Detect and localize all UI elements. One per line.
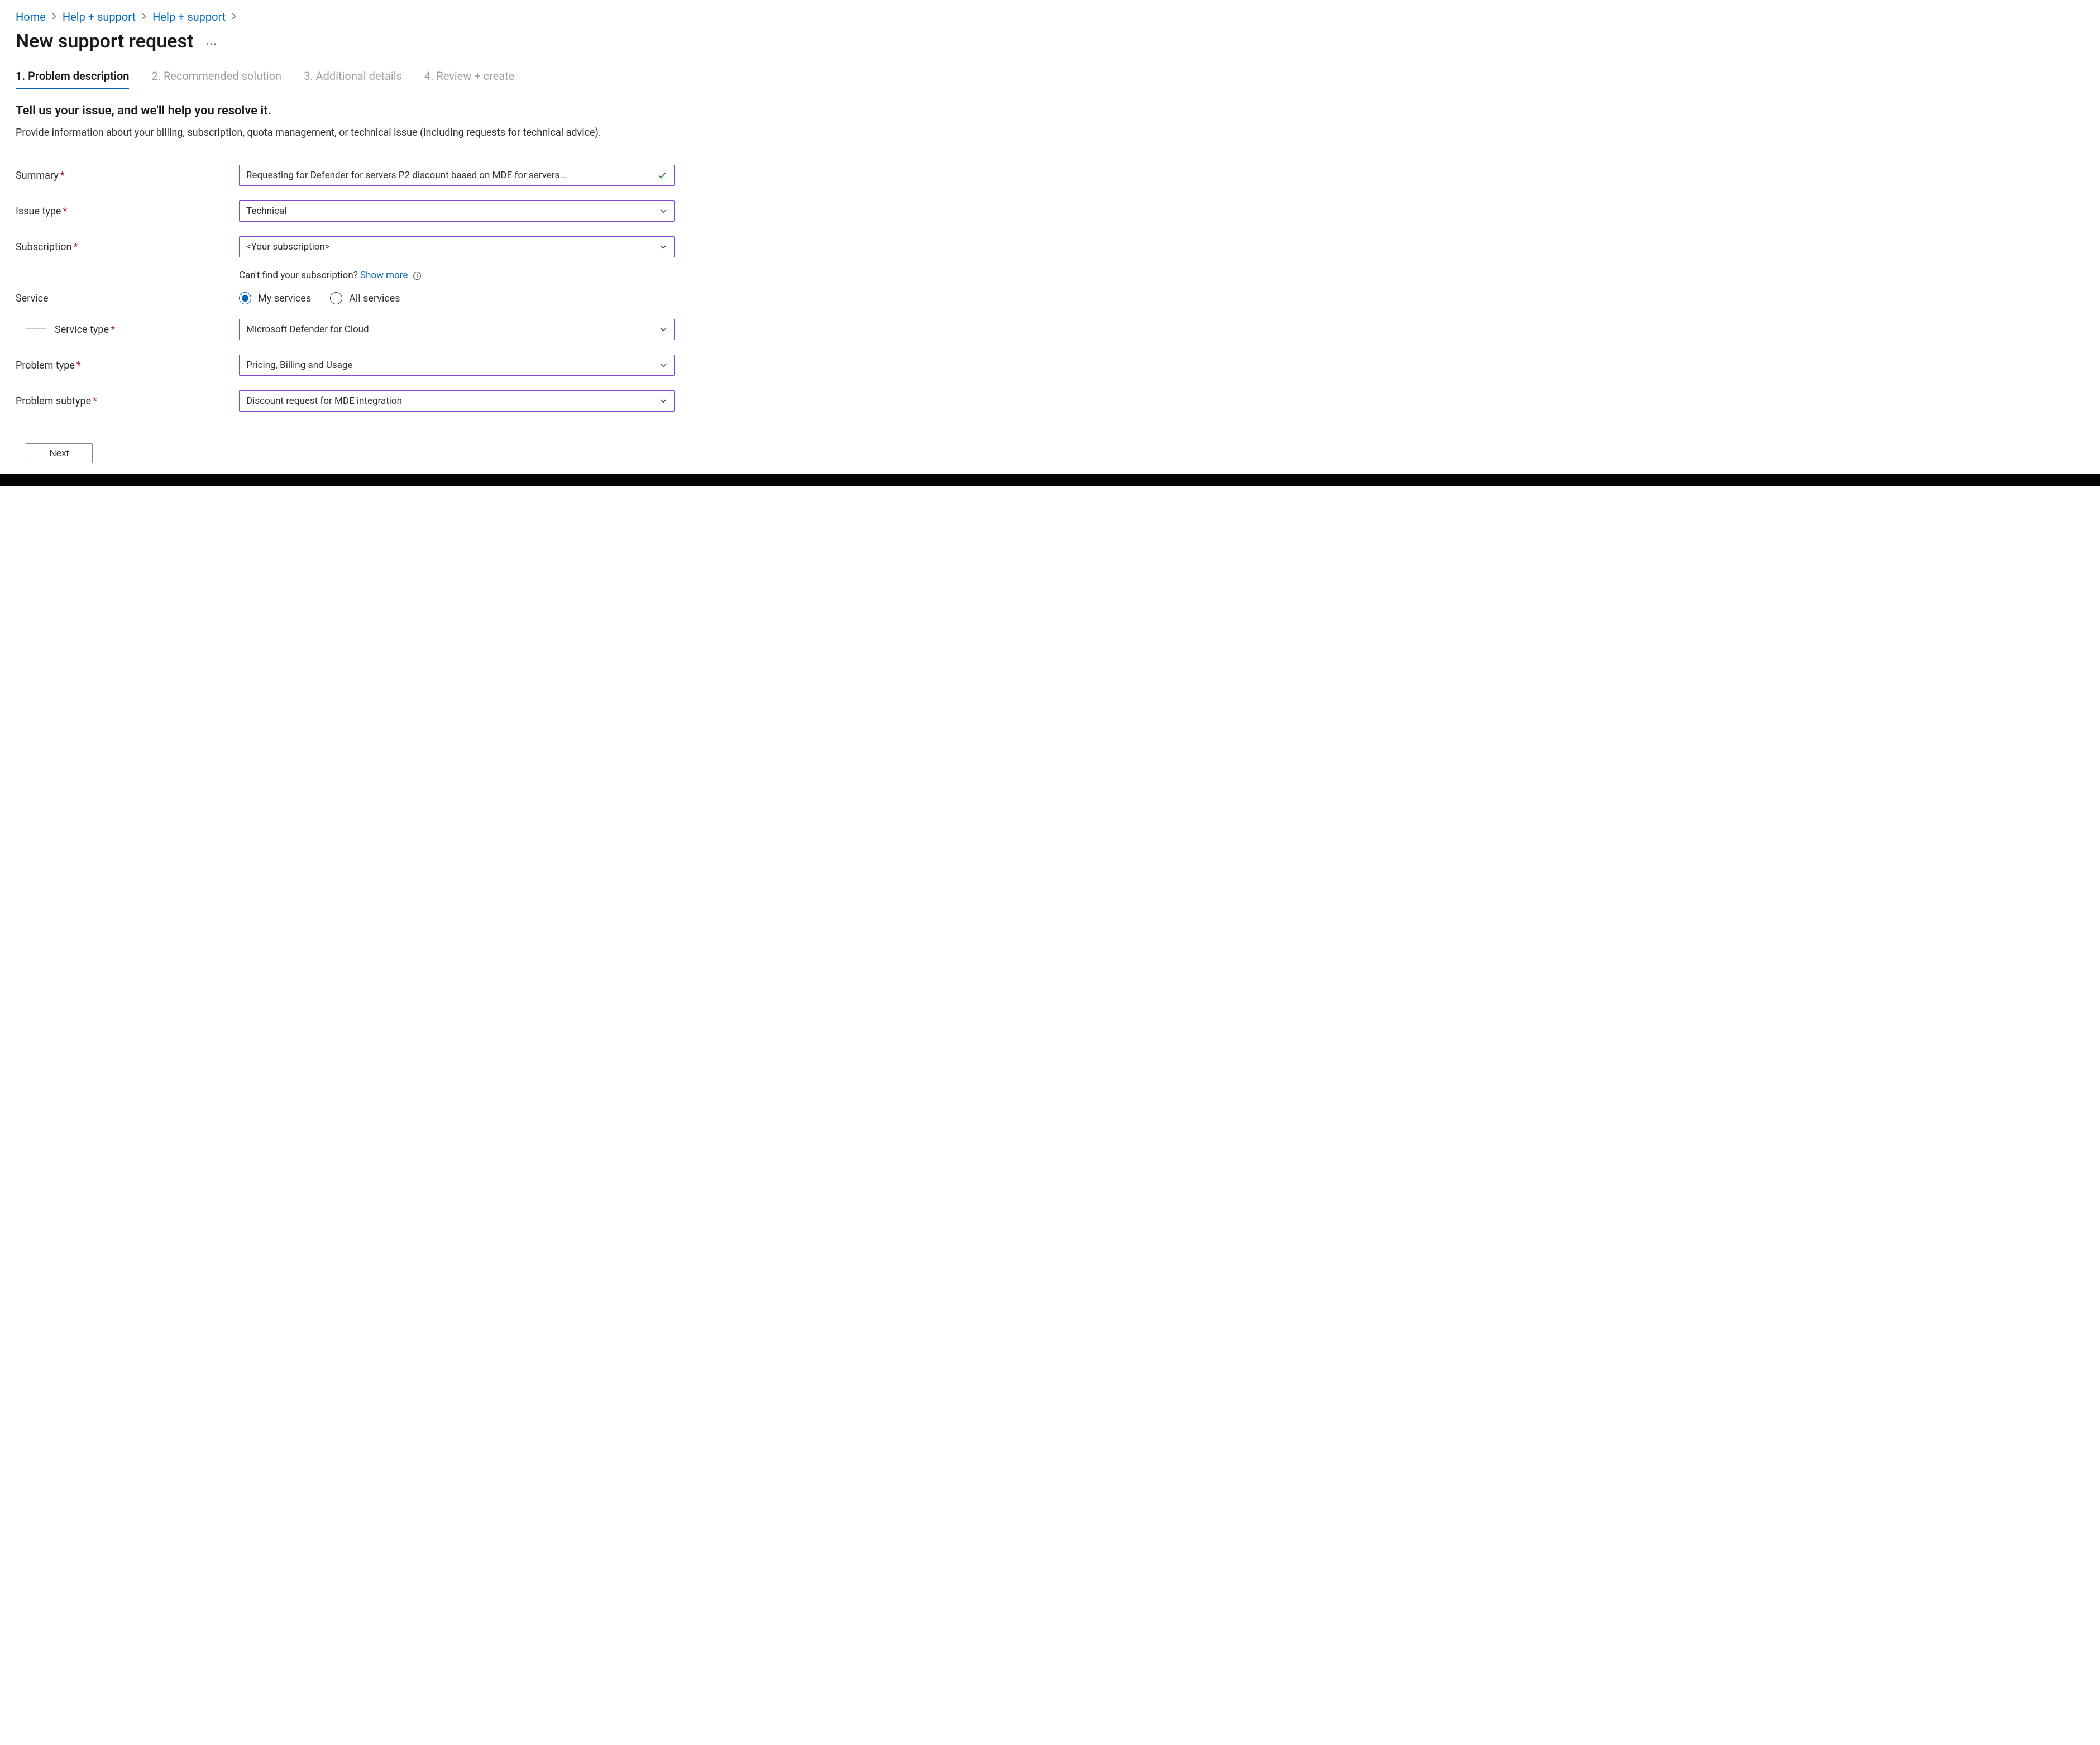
chevron-right-icon: [231, 12, 237, 21]
page-title: New support request: [16, 30, 193, 52]
problem-subtype-label: Problem subtype*: [16, 395, 239, 407]
more-icon[interactable]: ⋯: [205, 34, 217, 49]
subscription-helper: Can't find your subscription? Show more: [239, 270, 422, 281]
chevron-down-icon: [659, 207, 667, 215]
chevron-down-icon: [659, 361, 667, 369]
problem-subtype-select[interactable]: Discount request for MDE integration: [239, 390, 675, 412]
service-type-select[interactable]: Microsoft Defender for Cloud: [239, 319, 675, 340]
show-more-link[interactable]: Show more: [360, 270, 408, 281]
radio-selected-icon: [239, 292, 251, 304]
chevron-down-icon: [659, 397, 667, 405]
radio-all-services[interactable]: All services: [330, 292, 400, 304]
bottom-border: [0, 474, 2100, 486]
chevron-down-icon: [659, 243, 667, 251]
section-description: Provide information about your billing, …: [16, 126, 641, 140]
issue-type-label: Issue type*: [16, 205, 239, 217]
subscription-select[interactable]: <Your subscription>: [239, 236, 675, 257]
service-label: Service: [16, 293, 239, 304]
tab-recommended-solution[interactable]: 2. Recommended solution: [151, 69, 281, 89]
tab-problem-description[interactable]: 1. Problem description: [16, 69, 129, 89]
radio-my-services[interactable]: My services: [239, 292, 311, 304]
next-button[interactable]: Next: [26, 443, 93, 463]
problem-type-select[interactable]: Pricing, Billing and Usage: [239, 355, 675, 376]
tabs: 1. Problem description 2. Recommended so…: [16, 69, 2084, 89]
breadcrumb-help-support-1[interactable]: Help + support: [63, 10, 136, 23]
tab-review-create[interactable]: 4. Review + create: [424, 69, 514, 89]
check-icon: [657, 170, 667, 180]
issue-type-select[interactable]: Technical: [239, 200, 675, 222]
info-icon[interactable]: [413, 271, 422, 280]
radio-unselected-icon: [330, 292, 342, 304]
section-heading: Tell us your issue, and we'll help you r…: [16, 104, 2084, 118]
tab-additional-details[interactable]: 3. Additional details: [304, 69, 402, 89]
service-type-label: Service type*: [16, 324, 239, 336]
chevron-right-icon: [51, 12, 57, 21]
breadcrumb-help-support-2[interactable]: Help + support: [152, 10, 226, 23]
chevron-right-icon: [141, 12, 147, 21]
problem-type-label: Problem type*: [16, 360, 239, 371]
breadcrumb: Home Help + support Help + support: [16, 10, 2084, 23]
breadcrumb-home[interactable]: Home: [16, 10, 46, 23]
summary-label: Summary*: [16, 170, 239, 181]
chevron-down-icon: [659, 326, 667, 333]
footer-bar: Next: [0, 433, 2100, 474]
subscription-label: Subscription*: [16, 241, 239, 253]
summary-input[interactable]: Requesting for Defender for servers P2 d…: [239, 165, 675, 186]
service-radio-group: My services All services: [239, 292, 675, 304]
